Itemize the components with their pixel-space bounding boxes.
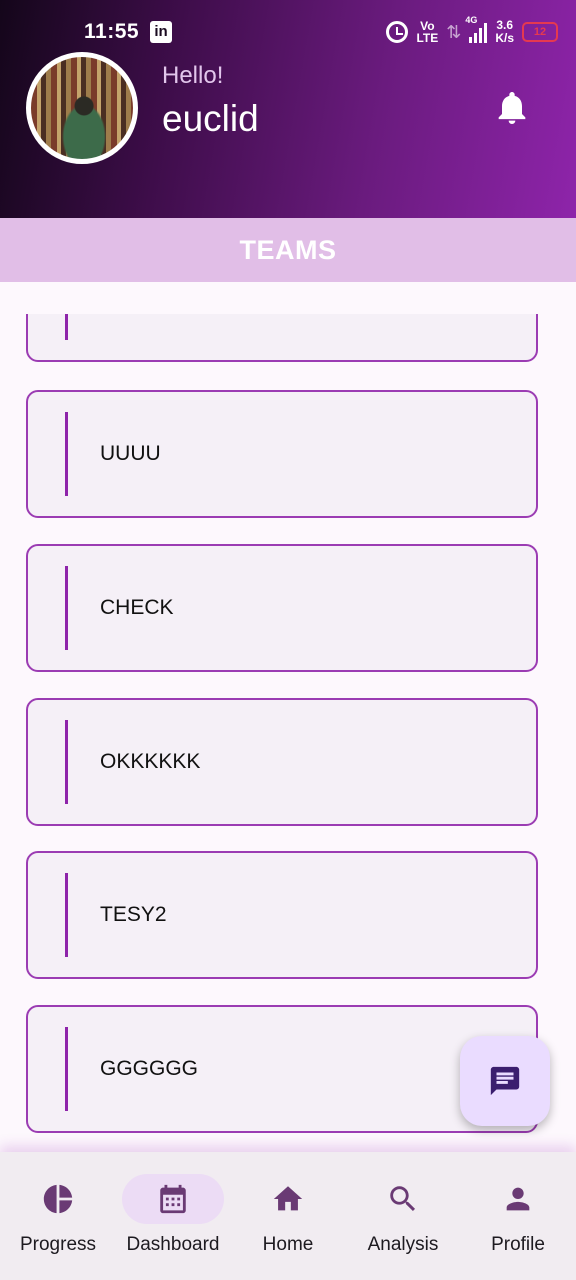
bell-icon[interactable] [496, 90, 528, 126]
person-icon [506, 1187, 530, 1211]
team-name: UUUU [100, 442, 161, 465]
nav-label: Profile [491, 1234, 545, 1255]
team-card[interactable]: CHECK [26, 544, 538, 672]
team-name: OKKKKKK [100, 750, 201, 773]
teams-list[interactable]: UUUU CHECK OKKKKKK TESY2 GGGGGG [0, 314, 576, 1152]
team-card[interactable]: OKKKKKK [26, 698, 538, 826]
card-accent-bar [65, 412, 68, 496]
greeting-text: Hello! [162, 62, 224, 89]
nav-label: Progress [19, 1234, 97, 1255]
team-name: GGGGGG [100, 1057, 199, 1080]
home-icon [273, 1186, 303, 1211]
team-name: CHECK [100, 596, 174, 619]
avatar[interactable] [26, 52, 138, 164]
nav-dashboard[interactable]: Dashboard [116, 1152, 230, 1280]
nav-label: Dashboard [126, 1234, 220, 1255]
card-accent-bar [65, 314, 68, 340]
network-speed: 3.6 K/s [495, 18, 514, 45]
linkedin-icon: in [150, 21, 172, 43]
chat-fab-button[interactable] [460, 1036, 550, 1126]
card-accent-bar [65, 873, 68, 957]
nav-home[interactable]: Home [230, 1152, 346, 1280]
team-card[interactable] [26, 314, 538, 362]
volte-indicator: Vo LTE [416, 19, 439, 45]
battery-icon: 12 [522, 22, 558, 42]
search-icon [390, 1186, 416, 1212]
data-arrows-icon: ⇅ [446, 21, 462, 42]
nav-progress[interactable]: Progress [0, 1152, 116, 1280]
chat-icon [490, 1066, 520, 1096]
nav-analysis[interactable]: Analysis [346, 1152, 460, 1280]
pie-chart-icon [43, 1184, 73, 1214]
card-accent-bar [65, 1027, 68, 1111]
team-card[interactable]: UUUU [26, 390, 538, 518]
username: euclid [162, 98, 259, 139]
nav-label: Home [262, 1234, 314, 1255]
network-type: 4G [465, 15, 478, 25]
card-accent-bar [65, 720, 68, 804]
calendar-icon [160, 1184, 186, 1214]
teams-section-title: TEAMS [0, 218, 576, 282]
team-name: TESY2 [100, 903, 167, 926]
bottom-navigation: Progress Dashboard Home Analysis Profile [0, 1152, 576, 1280]
card-accent-bar [65, 566, 68, 650]
nav-profile[interactable]: Profile [460, 1152, 576, 1280]
status-indicators: Vo LTE ⇅ 4G 3.6 K/s 12 [386, 15, 558, 46]
team-card[interactable]: TESY2 [26, 851, 538, 979]
status-time: 11:55 [84, 20, 140, 43]
alarm-icon [386, 21, 409, 43]
nav-label: Analysis [367, 1234, 439, 1255]
signal-icon: 4G [465, 15, 488, 43]
app-header: 11:55 in Vo LTE ⇅ 4G 3.6 K/s 12 Hello! e… [0, 0, 576, 218]
